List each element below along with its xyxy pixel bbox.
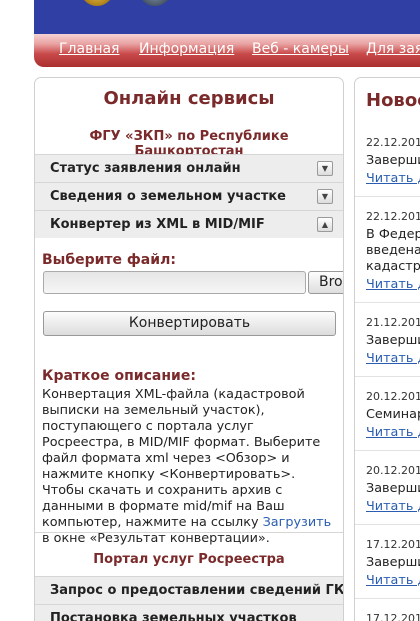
description-heading: Краткое описание:: [42, 368, 196, 384]
divider: [355, 598, 420, 599]
panel-title: Онлайн сервисы: [103, 88, 275, 109]
news-date: 20.12.2010: [366, 390, 420, 403]
news-date: 17.12.2010: [366, 538, 420, 551]
news-date: 21.12.2010: [366, 316, 420, 329]
read-more-link[interactable]: Читать д: [366, 171, 420, 187]
description-part: в окне «Результат конвертации».: [42, 531, 270, 546]
read-more-link[interactable]: Читать д: [366, 351, 420, 367]
portal-item-land-registration[interactable]: Постановка земельных участков: [35, 604, 343, 621]
emblem-silver-icon: [138, 0, 172, 6]
divider: [355, 524, 420, 525]
chevron-up-icon[interactable]: ▲: [317, 217, 333, 232]
news-panel: Новос 22.12.2010 Заверши Читать д 22.12.…: [354, 77, 420, 621]
accordion-xml-converter[interactable]: Конвертер из XML в MID/MIF ▲: [35, 210, 343, 238]
emblem-gold-icon: [80, 0, 114, 6]
online-services-panel: Онлайн сервисы ФГУ «ЗКП» по Республике Б…: [34, 77, 344, 621]
news-date: 17.12.2010: [366, 612, 420, 621]
news-item: 21.12.2010 Заверши Читать д: [366, 316, 420, 367]
news-item: 17.12.2010: [366, 612, 420, 621]
header-banner: [34, 0, 420, 34]
main-nav: Главная Информация Веб - камеры Для зая: [34, 34, 420, 67]
nav-link-applicants[interactable]: Для зая: [366, 41, 420, 57]
description-part: Конвертация XML-файла (кадастровой выпис…: [42, 387, 321, 530]
news-title: Новос: [366, 90, 420, 111]
divider: [355, 376, 420, 377]
divider: [355, 302, 420, 303]
read-more-link[interactable]: Читать д: [366, 499, 420, 515]
file-path-input[interactable]: [43, 271, 306, 294]
chevron-down-icon[interactable]: ▼: [317, 161, 333, 176]
accordion-land-info[interactable]: Сведения о земельном участке ▼: [35, 182, 343, 210]
divider: [35, 532, 343, 533]
news-date: 20.12.2010: [366, 464, 420, 477]
portal-title: Портал услуг Росреестра: [93, 552, 285, 567]
news-item: 20.12.2010 Семинар Читать д: [366, 390, 420, 441]
news-text: введена: [366, 243, 420, 258]
divider: [355, 450, 420, 451]
news-text: В Федера: [366, 227, 420, 242]
news-text: Заверши: [366, 481, 420, 496]
news-text: Заверши: [366, 333, 420, 348]
news-text: Заверши: [366, 153, 420, 168]
nav-link-info[interactable]: Информация: [139, 41, 234, 57]
news-item: 22.12.2010 В Федера введена кадастро Чит…: [366, 210, 420, 293]
browse-button[interactable]: Browse...: [308, 271, 343, 294]
news-item: 22.12.2010 Заверши Читать д: [366, 136, 420, 187]
download-link[interactable]: Загрузить: [263, 515, 332, 530]
nav-link-home[interactable]: Главная: [59, 41, 119, 57]
accordion-status-online[interactable]: Статус заявления онлайн ▼: [35, 154, 343, 182]
news-item: 17.12.2010 Заверши Читать д: [366, 538, 420, 589]
news-date: 22.12.2010: [366, 136, 420, 149]
file-label: Выберите файл:: [42, 252, 176, 268]
description-text: Конвертация XML-файла (кадастровой выпис…: [42, 387, 338, 547]
news-text: Семинар: [366, 407, 420, 422]
convert-button[interactable]: Конвертировать: [43, 311, 336, 336]
nav-link-webcams[interactable]: Веб - камеры: [252, 41, 349, 57]
portal-item-label: Постановка земельных участков: [50, 611, 297, 621]
news-item: 20.12.2010 Заверши Читать д: [366, 464, 420, 515]
portal-item-gkn-request[interactable]: Запрос о предоставлении сведений ГКН: [35, 576, 343, 604]
news-text: Заверши: [366, 555, 420, 570]
chevron-down-icon[interactable]: ▼: [317, 189, 333, 204]
accordion-label: Конвертер из XML в MID/MIF: [50, 217, 265, 232]
read-more-link[interactable]: Читать д: [366, 277, 420, 293]
portal-item-label: Запрос о предоставлении сведений ГКН: [50, 583, 344, 598]
read-more-link[interactable]: Читать д: [366, 573, 420, 589]
news-text: кадастро: [366, 259, 420, 274]
divider: [355, 196, 420, 197]
news-date: 22.12.2010: [366, 210, 420, 223]
accordion-label: Сведения о земельном участке: [50, 189, 286, 204]
read-more-link[interactable]: Читать д: [366, 425, 420, 441]
accordion-label: Статус заявления онлайн: [50, 161, 241, 176]
page: Главная Информация Веб - камеры Для зая …: [0, 0, 420, 621]
